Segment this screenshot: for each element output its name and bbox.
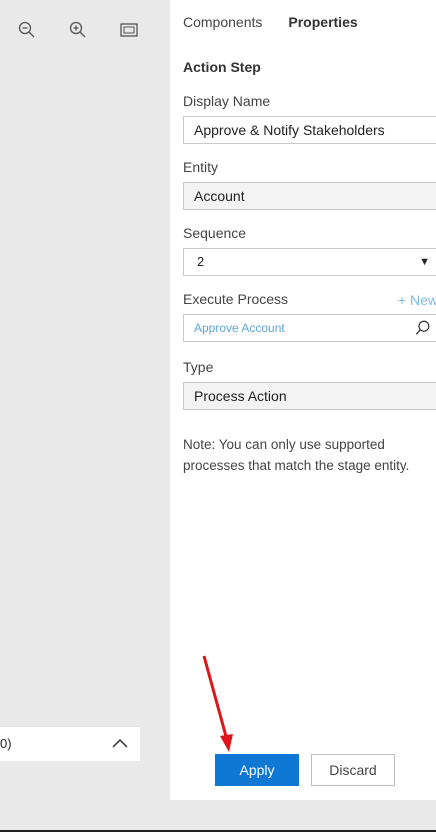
tab-properties[interactable]: Properties: [288, 14, 357, 30]
search-icon[interactable]: [414, 319, 432, 337]
display-name-value: Approve & Notify Stakeholders: [194, 122, 385, 138]
sequence-label: Sequence: [183, 225, 247, 241]
execute-process-label: Execute Process: [183, 291, 289, 307]
panel-tabs: Components Properties: [183, 14, 358, 30]
fit-to-screen-icon: [120, 23, 138, 37]
note-text: Note: You can only use supported process…: [183, 437, 410, 473]
new-process-link[interactable]: + New: [398, 292, 436, 308]
sequence-value: 2: [197, 254, 205, 269]
fit-to-screen-button[interactable]: [117, 18, 141, 42]
collapsed-panel: 0): [0, 726, 140, 761]
collapsed-panel-text: 0): [0, 736, 12, 751]
bottom-strip: [0, 800, 436, 832]
sequence-select[interactable]: 2 ▼: [183, 248, 436, 276]
display-name-label: Display Name: [183, 93, 271, 109]
apply-button[interactable]: Apply: [215, 754, 299, 786]
zoom-in-icon: [69, 21, 86, 38]
section-title: Action Step: [183, 59, 261, 75]
zoom-out-button[interactable]: [15, 18, 39, 42]
type-field: Process Action: [183, 382, 436, 410]
type-label: Type: [183, 359, 214, 375]
dropdown-caret-icon: ▼: [419, 256, 430, 268]
designer-canvas: 0): [0, 0, 170, 800]
zoom-in-button[interactable]: [66, 18, 90, 42]
execute-process-placeholder: Approve Account: [194, 321, 285, 335]
execute-process-lookup[interactable]: Approve Account: [183, 314, 436, 342]
discard-button[interactable]: Discard: [311, 754, 395, 786]
entity-field: Account: [183, 182, 436, 210]
entity-label: Entity: [183, 159, 219, 175]
chevron-up-icon[interactable]: [110, 734, 130, 754]
type-value: Process Action: [194, 388, 287, 404]
entity-value: Account: [194, 188, 245, 204]
tab-components[interactable]: Components: [183, 14, 262, 30]
zoom-out-icon: [18, 21, 35, 38]
annotation-arrow: [202, 655, 233, 752]
display-name-input[interactable]: Approve & Notify Stakeholders: [183, 116, 436, 144]
